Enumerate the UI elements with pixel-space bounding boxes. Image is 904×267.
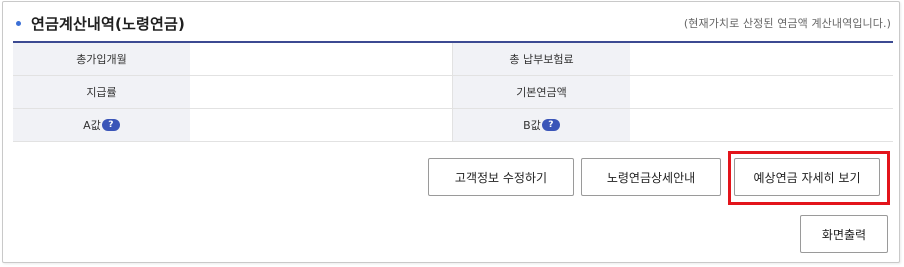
label-b-value: B값 ?: [453, 109, 630, 141]
label-payment-rate: 지급률: [13, 76, 190, 108]
section-note: (현재가치로 산정된 연금액 계산내역입니다.): [683, 17, 891, 30]
table-row: A값 ? B값 ?: [13, 109, 893, 142]
bullet-icon: [16, 20, 21, 26]
value-b: [630, 109, 893, 141]
label-total-months: 총가입개월: [13, 43, 190, 75]
table-row: 총가입개월 총 납부보험료: [13, 43, 893, 76]
panel-header: 연금계산내역(노령연금) (현재가치로 산정된 연금액 계산내역입니다.): [13, 8, 891, 38]
help-icon[interactable]: ?: [101, 119, 120, 131]
b-value-label-text: B값: [523, 119, 541, 132]
label-a-value: A값 ?: [13, 109, 190, 141]
expected-pension-detail-button[interactable]: 예상연금 자세히 보기: [734, 158, 880, 196]
value-total-premium: [630, 43, 893, 75]
label-total-premium: 총 납부보험료: [453, 43, 630, 75]
a-value-label-text: A값: [83, 119, 101, 132]
pension-detail-button[interactable]: 노령연금상세안내: [581, 158, 721, 196]
value-total-months: [190, 43, 453, 75]
label-base-pension: 기본연금액: [453, 76, 630, 108]
section-title: 연금계산내역(노령연금): [31, 14, 186, 33]
pension-calc-panel: 연금계산내역(노령연금) (현재가치로 산정된 연금액 계산내역입니다.) 총가…: [2, 1, 900, 263]
edit-customer-button[interactable]: 고객정보 수정하기: [428, 158, 574, 196]
value-base-pension: [630, 76, 893, 108]
table-row: 지급률 기본연금액: [13, 76, 893, 109]
value-a: [190, 109, 453, 141]
title-wrap: 연금계산내역(노령연금): [13, 13, 185, 34]
calc-table: 총가입개월 총 납부보험료 지급률 기본연금액 A값 ? B값 ?: [13, 41, 893, 142]
value-payment-rate: [190, 76, 453, 108]
help-icon[interactable]: ?: [541, 119, 560, 131]
print-screen-button[interactable]: 화면출력: [800, 215, 888, 253]
